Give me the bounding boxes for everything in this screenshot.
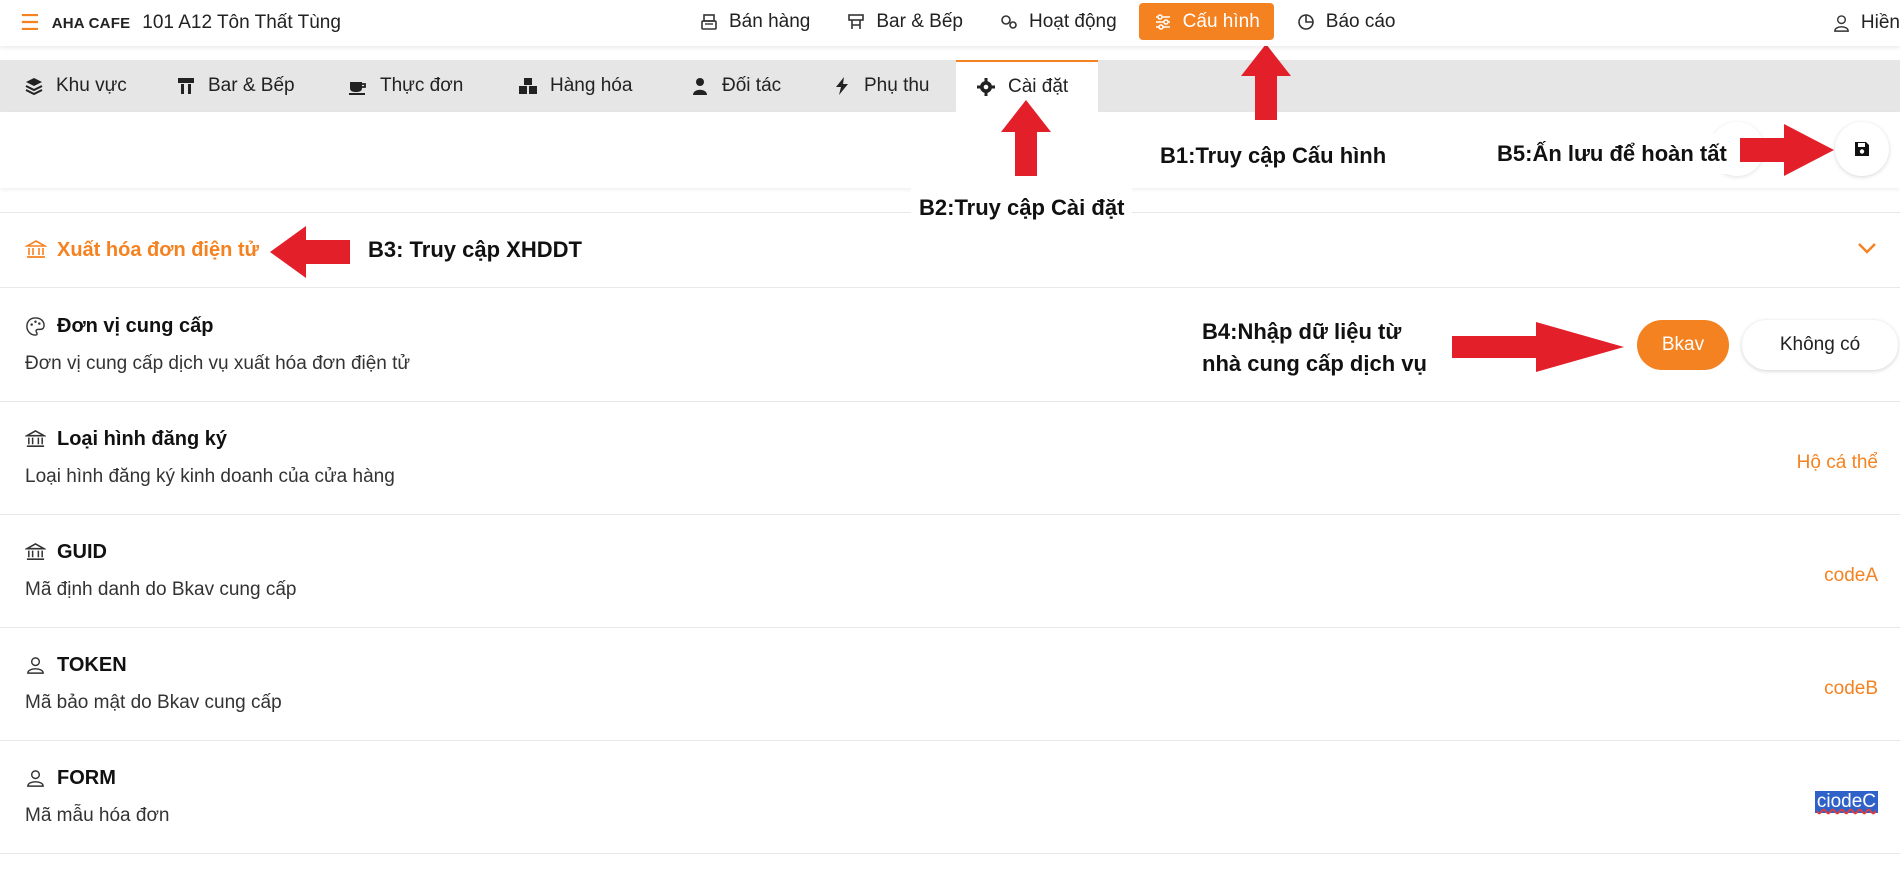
sliders-icon [1155, 13, 1170, 30]
row-description: Mã định danh do Bkav cung cấp [25, 579, 297, 600]
annotation-b4: B4:Nhập dữ liệu từ nhà cung cấp dịch vụ [1194, 312, 1435, 384]
tab-khu-vuc[interactable]: Khu vực [4, 60, 147, 112]
chevron-down-icon[interactable] [1855, 236, 1879, 260]
row-title: Đơn vị cung cấp [57, 315, 214, 337]
nav-bao-cao[interactable]: Báo cáo [1282, 3, 1410, 40]
row-value[interactable]: codeA [1824, 565, 1878, 587]
nav-label: Hoạt động [1028, 10, 1117, 32]
settings-tabs: Khu vực Bar & Bếp Thực đơn Hàng hóa Đối … [0, 60, 1900, 112]
tab-label: Phụ thu [864, 75, 930, 96]
annotation-b4-line1: B4:Nhập dữ liệu từ [1202, 319, 1402, 344]
nav-label: Báo cáo [1325, 10, 1396, 32]
bank-icon [25, 240, 47, 258]
provider-option-none[interactable]: Không có [1742, 320, 1898, 370]
tab-phu-thu[interactable]: Phụ thu [812, 60, 950, 112]
bank-icon [25, 430, 46, 448]
row-description: Mã bảo mật do Bkav cung cấp [25, 692, 282, 713]
kitchen-icon [848, 13, 865, 29]
layers-icon [25, 78, 43, 96]
annotation-b2: B2:Truy cập Cài đặt [911, 188, 1133, 228]
top-navbar: ☰ AHA CAFE 101 A12 Tôn Thất Tùng Bán hàn… [0, 0, 1900, 46]
nav-label: Bar & Bếp [876, 10, 963, 32]
user-menu[interactable]: Hiền [1832, 0, 1900, 46]
setting-row-token[interactable]: TOKEN Mã bảo mật do Bkav cung cấp codeB [0, 628, 1900, 741]
section-title: Xuất hóa đơn điện tử [57, 239, 260, 261]
row-description: Đơn vị cung cấp dịch vụ xuất hóa đơn điệ… [25, 353, 411, 374]
tab-label: Khu vực [56, 75, 127, 96]
annotation-b4-line2: nhà cung cấp dịch vụ [1202, 350, 1427, 376]
row-value[interactable]: Hộ cá thể [1797, 452, 1878, 474]
row-description: Loại hình đăng ký kinh doanh của cửa hàn… [25, 466, 395, 487]
brand-name: AHA CAFE [51, 14, 131, 32]
gear-icon [977, 78, 995, 96]
counter-icon [178, 78, 194, 94]
save-icon [1855, 142, 1869, 156]
nav-label: Cấu hình [1182, 10, 1260, 32]
user-icon [27, 770, 44, 787]
row-title: TOKEN [57, 654, 127, 676]
nav-cau-hinh[interactable]: Cấu hình [1138, 3, 1274, 40]
setting-row-form[interactable]: FORM Mã mẫu hóa đơn ciodeC [0, 741, 1900, 854]
pie-chart-icon [1297, 13, 1314, 30]
tab-label: Thực đơn [380, 75, 464, 96]
setting-row-guid[interactable]: GUID Mã định danh do Bkav cung cấp codeA [0, 515, 1900, 628]
tab-label: Cài đặt [1008, 76, 1069, 97]
provider-option-bkav[interactable]: Bkav [1637, 320, 1729, 370]
coffee-icon [349, 82, 366, 95]
row-title: Loại hình đăng ký [57, 428, 228, 450]
tab-hang-hoa[interactable]: Hàng hóa [498, 60, 652, 112]
user-name: Hiền [1860, 12, 1900, 33]
partner-icon [693, 78, 707, 95]
tab-doi-tac[interactable]: Đối tác [670, 60, 801, 112]
annotation-b5: B5:Ấn lưu để hoàn tất [1489, 134, 1735, 174]
nav-bar-bep[interactable]: Bar & Bếp [832, 3, 977, 40]
arrow-left-to-xhddt [270, 226, 350, 278]
tab-thuc-don[interactable]: Thực đơn [328, 60, 483, 112]
arrow-up-to-cai-dat [1001, 100, 1051, 176]
tab-label: Bar & Bếp [208, 75, 295, 96]
nav-ban-hang[interactable]: Bán hàng [685, 3, 824, 40]
nav-label: Bán hàng [729, 10, 811, 32]
branch-name[interactable]: 101 A12 Tôn Thất Tùng [142, 12, 341, 34]
tab-label: Hàng hóa [550, 75, 633, 96]
boxes-icon [519, 78, 537, 94]
annotation-b1: B1:Truy cập Cấu hình [1152, 136, 1395, 176]
nav-hoat-dong[interactable]: Hoạt động [985, 3, 1131, 40]
arrow-right-to-save [1740, 124, 1834, 176]
save-button[interactable] [1835, 122, 1889, 176]
arrow-up-to-cau-hinh [1241, 44, 1291, 120]
row-title: FORM [57, 767, 116, 789]
row-value[interactable]: codeB [1824, 678, 1878, 700]
row-value-input[interactable]: ciodeC [1814, 791, 1878, 813]
annotation-b3: B3: Truy cập XHDDT [360, 230, 590, 270]
register-icon [701, 13, 717, 30]
hamburger-menu-icon[interactable]: ☰ [20, 12, 40, 34]
row-title: GUID [57, 541, 107, 563]
row-description: Mã mẫu hóa đơn [25, 805, 170, 826]
palette-icon [26, 317, 45, 336]
tab-bar-bep[interactable]: Bar & Bếp [156, 60, 315, 112]
brand-area: ☰ AHA CAFE 101 A12 Tôn Thất Tùng [20, 0, 341, 46]
gears-icon [1001, 14, 1017, 29]
user-icon [27, 657, 44, 674]
arrow-right-to-provider [1452, 322, 1624, 372]
tab-label: Đối tác [722, 75, 782, 96]
setting-row-registration-type[interactable]: Loại hình đăng ký Loại hình đăng ký kinh… [0, 402, 1900, 515]
user-icon [1834, 14, 1849, 32]
bolt-icon [836, 77, 848, 95]
bank-icon [25, 543, 46, 561]
main-nav: Bán hàng Bar & Bếp Hoạt động Cấu hình Bá… [685, 3, 1410, 40]
